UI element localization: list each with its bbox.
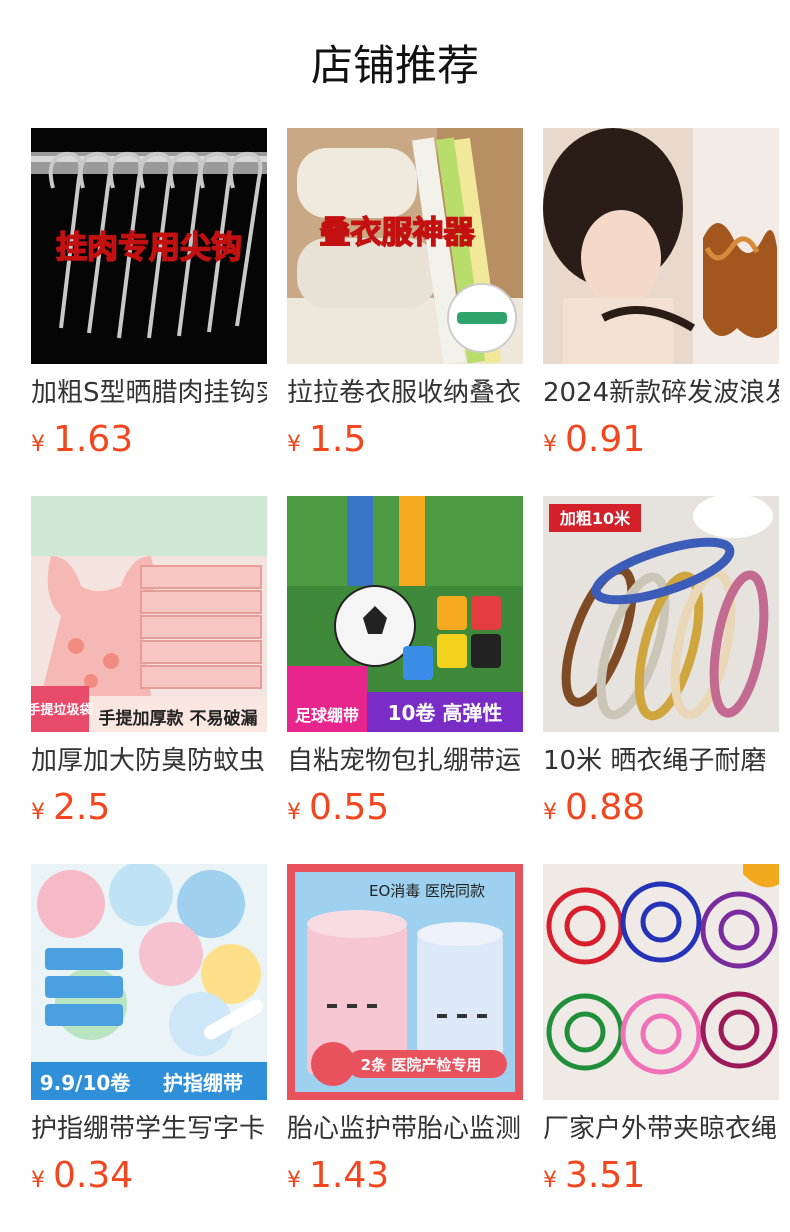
product-card[interactable]: 9.9/10卷 护指绷带 护指绷带学生写字卡 ¥0.34 [31, 864, 267, 1232]
product-price: ¥3.51 [543, 1156, 779, 1202]
currency-symbol: ¥ [31, 1168, 45, 1193]
product-card[interactable]: EO消毒 医院同款 2条 医院产检专用 胎心监护带胎心监测 ¥ 1.43 [287, 864, 523, 1232]
hair-clip-photo[interactable] [543, 128, 779, 364]
clip-rope-photo[interactable] [543, 864, 779, 1100]
currency-symbol: ¥ [543, 432, 557, 457]
rope-coils-photo[interactable]: 加粗10米 [543, 496, 779, 732]
product-price: ¥0.55 [287, 788, 523, 834]
price-value: 3.51 [565, 1155, 646, 1196]
product-name[interactable]: 加粗S型晒腊肉挂钩实 [31, 378, 267, 408]
product-card[interactable]: 挂肉专用尖钩 加粗S型晒腊肉挂钩实 ¥1.63 [31, 128, 267, 496]
price-value: 0.55 [309, 787, 390, 828]
product-price: ¥1.43 [287, 1156, 523, 1202]
bandage-rolls-photo[interactable]: 足球绷带 10卷 高弹性 [287, 496, 523, 732]
image-caption: 手提加厚款 不易破漏 [99, 708, 258, 729]
product-price: ¥0.88 [543, 788, 779, 834]
currency-symbol: ¥ [31, 800, 45, 825]
product-name[interactable]: 胎心监护带胎心监测 [287, 1114, 523, 1144]
finger-tape-photo[interactable]: 9.9/10卷 护指绷带 [31, 864, 267, 1100]
image-tag: 9.9/10卷 [40, 1071, 132, 1095]
image-caption: 加粗10米 [559, 509, 631, 528]
price-value: 0.91 [565, 419, 646, 460]
product-name[interactable]: 拉拉卷衣服收纳叠衣 [287, 378, 523, 408]
image-caption: 10卷 高弹性 [388, 701, 503, 725]
product-card[interactable]: 加粗10米 10米 晒衣绳子耐磨 ¥0.88 [543, 496, 779, 864]
currency-symbol: ¥ [287, 800, 301, 825]
product-card[interactable]: 足球绷带 10卷 高弹性 自粘宠物包扎绷带运 ¥0.55 [287, 496, 523, 864]
product-card[interactable]: 2024新款碎发波浪发 ¥0.91 [543, 128, 779, 496]
product-name[interactable]: 2024新款碎发波浪发 [543, 378, 779, 408]
image-tag: 足球绷带 [295, 706, 359, 725]
product-price: ¥0.91 [543, 420, 779, 466]
product-name[interactable]: 加厚加大防臭防蚊虫 [31, 746, 267, 776]
image-tag: 2条 医院产检专用 [361, 1056, 482, 1074]
currency-symbol: ¥ [543, 1168, 557, 1193]
product-name[interactable]: 护指绷带学生写字卡 [31, 1114, 267, 1144]
price-value: 0.34 [53, 1155, 134, 1196]
price-value: 2.5 [53, 787, 111, 828]
product-price: ¥1.5 [287, 420, 523, 466]
currency-symbol: ¥ [287, 1168, 301, 1193]
product-card[interactable]: 厂家户外带夹晾衣绳 ¥3.51 [543, 864, 779, 1232]
product-name[interactable]: 10米 晒衣绳子耐磨 [543, 746, 779, 776]
product-price: ¥2.5 [31, 788, 267, 834]
price-value: 0.88 [565, 787, 646, 828]
price-value: 1.63 [53, 419, 134, 460]
currency-symbol: ¥ [287, 432, 301, 457]
product-card[interactable]: 叠衣服神器 拉拉卷衣服收纳叠衣 ¥1.5 [287, 128, 523, 496]
image-caption: EO消毒 医院同款 [369, 882, 485, 900]
image-tag: 手提垃圾袋 [31, 702, 93, 718]
product-name[interactable]: 厂家户外带夹晾衣绳 [543, 1114, 779, 1144]
currency-symbol: ¥ [31, 432, 45, 457]
image-caption: 叠衣服神器 [320, 215, 476, 251]
product-name[interactable]: 自粘宠物包扎绷带运 [287, 746, 523, 776]
product-grid: 挂肉专用尖钩 加粗S型晒腊肉挂钩实 ¥1.63 叠衣服神器 拉拉卷衣服收纳叠衣 … [31, 128, 790, 1232]
s-hooks-photo[interactable]: 挂肉专用尖钩 [31, 128, 267, 364]
image-caption: 护指绷带 [163, 1071, 243, 1095]
trash-bag-photo[interactable]: 手提垃圾袋 手提加厚款 不易破漏 [31, 496, 267, 732]
image-caption: 挂肉专用尖钩 [56, 230, 242, 266]
section-title: 店铺推荐 [310, 41, 479, 90]
folding-strap-photo[interactable]: 叠衣服神器 [287, 128, 523, 364]
currency-symbol: ¥ [543, 800, 557, 825]
price-value: 1.5 [309, 419, 367, 460]
product-price: ¥1.63 [31, 420, 267, 466]
product-price: ¥0.34 [31, 1156, 267, 1202]
price-value: 1.43 [309, 1155, 390, 1196]
monitor-belt-photo[interactable]: EO消毒 医院同款 2条 医院产检专用 [287, 864, 523, 1100]
product-card[interactable]: 手提垃圾袋 手提加厚款 不易破漏 加厚加大防臭防蚊虫 ¥2.5 [31, 496, 267, 864]
